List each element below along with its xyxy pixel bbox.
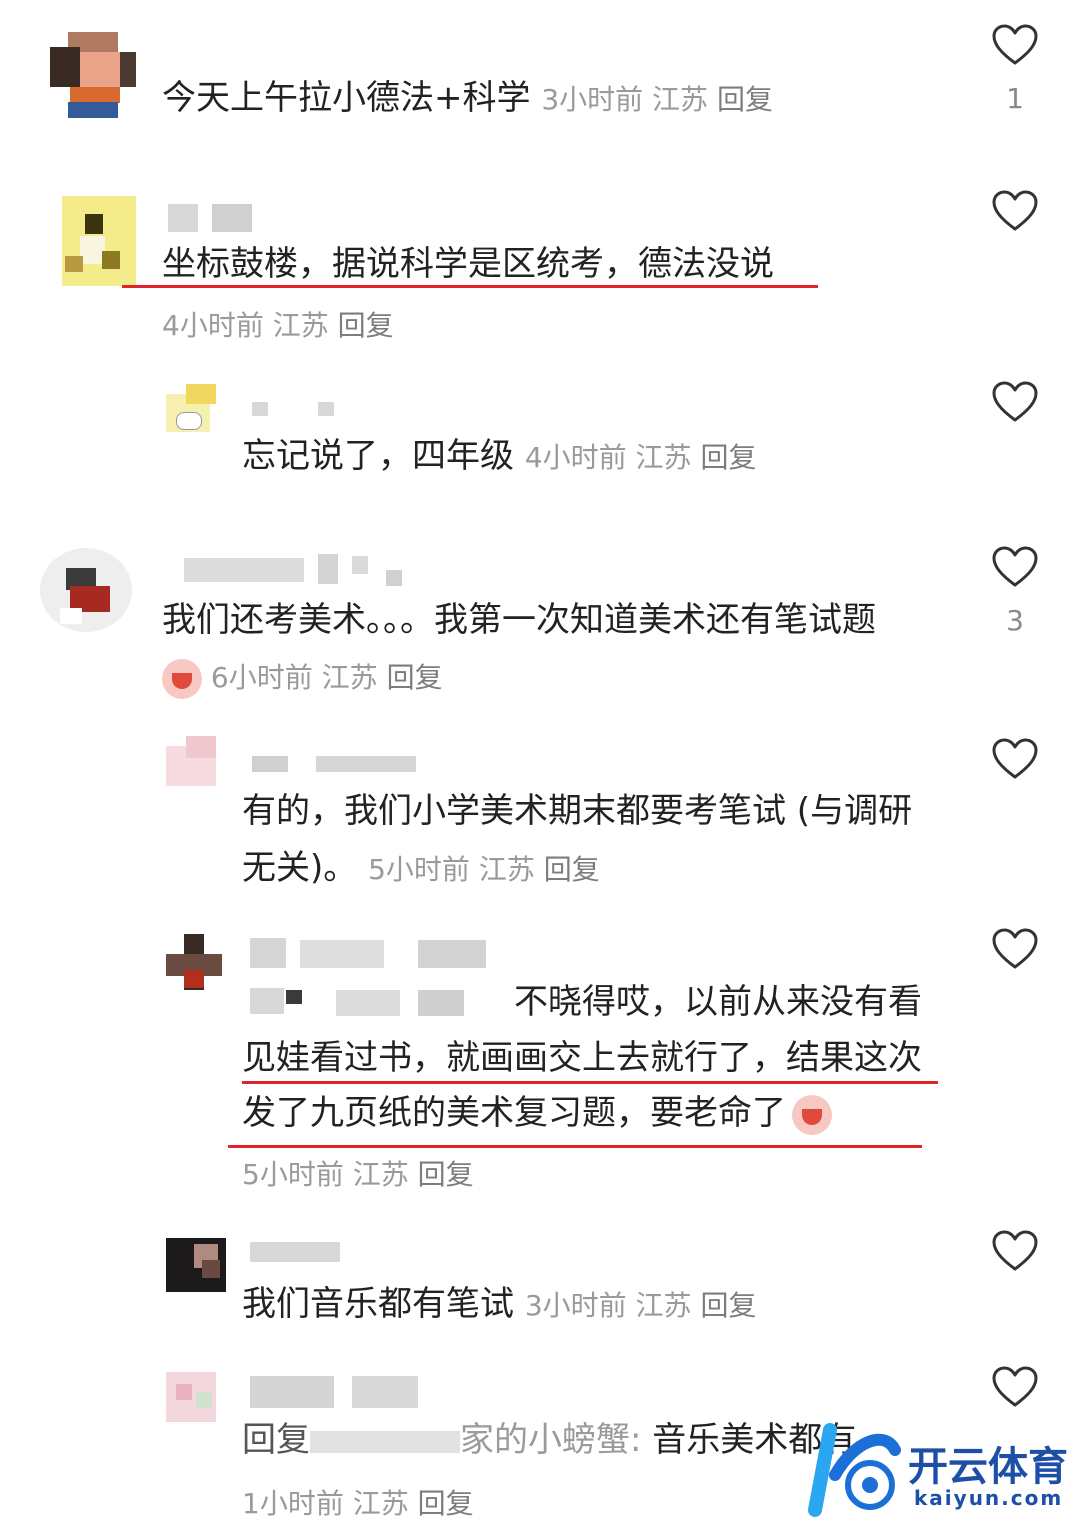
comment-meta: 5小时前 江苏 回复 (242, 1158, 474, 1191)
heart-outline-icon[interactable] (992, 190, 1038, 232)
username-redacted (300, 940, 384, 968)
heart-outline-icon[interactable] (992, 24, 1038, 66)
crying-emoji-icon (162, 659, 202, 699)
like-count: 1 (1006, 82, 1024, 115)
username-redacted (418, 990, 464, 1016)
avatar[interactable] (40, 196, 136, 286)
reply-button[interactable]: 回复 (544, 853, 600, 886)
username-redacted (352, 1376, 418, 1408)
avatar[interactable] (40, 548, 132, 632)
comment-text: 回复 家的小螃蟹: 音乐美术都有 (242, 1420, 857, 1460)
username-redacted (386, 570, 402, 586)
username-redacted (250, 988, 284, 1014)
comment-text: 忘记说了，四年级 4小时前 江苏 回复 (242, 436, 757, 476)
comment-text: 我们还考美术。。。我第一次知道美术还有笔试题 (162, 600, 876, 640)
comment-meta: 6小时前 江苏 回复 (162, 656, 443, 699)
username-redacted (168, 204, 198, 232)
crying-emoji-icon (792, 1094, 832, 1135)
comment-text: 坐标鼓楼，据说科学是区统考，德法没说 (162, 244, 774, 284)
username-redacted (318, 554, 338, 584)
reply-button[interactable]: 回复 (418, 1487, 474, 1520)
username-redacted (418, 940, 486, 968)
comment-text: 发了九页纸的美术复习题，要老命了 (242, 1085, 832, 1141)
username-redacted (250, 1242, 340, 1262)
username-redacted (316, 756, 416, 772)
heart-outline-icon[interactable] (992, 1366, 1038, 1408)
heart-outline-icon[interactable] (992, 928, 1038, 970)
comment-text: 见娃看过书，就画画交上去就行了，结果这次 (242, 1038, 922, 1078)
username-redacted (212, 204, 252, 232)
highlight-underline (122, 285, 818, 288)
comment-text: 无关)。 5小时前 江苏 回复 (242, 848, 600, 888)
highlight-underline (228, 1145, 922, 1148)
avatar[interactable] (166, 1372, 236, 1422)
comment-text: 有的，我们小学美术期末都要考笔试 (与调研 (242, 791, 913, 831)
username-redacted (252, 756, 288, 772)
comment-text: 不晓得哎，以前从来没有看 (514, 982, 922, 1022)
heart-outline-icon[interactable] (992, 381, 1038, 423)
username-redacted (286, 990, 302, 1004)
heart-outline-icon[interactable] (992, 738, 1038, 780)
watermark: 开云体育 kaiyun.com (800, 1420, 1070, 1520)
username-redacted (250, 1376, 334, 1408)
heart-outline-icon[interactable] (992, 1230, 1038, 1272)
username-redacted (352, 556, 368, 574)
username-redacted (252, 402, 268, 416)
avatar[interactable] (166, 384, 236, 436)
reply-button[interactable]: 回复 (338, 309, 394, 342)
comment-text: 今天上午拉小德法+科学 3小时前 江苏 回复 (162, 78, 773, 118)
watermark-title: 开云体育 (908, 1444, 1068, 1490)
username-redacted (318, 402, 334, 416)
username-redacted (250, 938, 286, 968)
kaiyun-logo-icon (808, 1423, 901, 1517)
avatar[interactable] (50, 32, 136, 118)
reply-button[interactable]: 回复 (717, 83, 773, 116)
highlight-underline (242, 1081, 938, 1084)
watermark-url: kaiyun.com (914, 1486, 1064, 1510)
reply-button[interactable]: 回复 (700, 1289, 756, 1322)
comment-text: 我们音乐都有笔试 3小时前 江苏 回复 (242, 1284, 757, 1324)
reply-button[interactable]: 回复 (387, 661, 443, 694)
comment-meta: 3小时前 江苏 回复 (524, 1289, 757, 1322)
reply-button[interactable]: 回复 (700, 441, 756, 474)
avatar[interactable] (166, 934, 222, 990)
comment-meta: 3小时前 江苏 回复 (541, 83, 773, 116)
avatar[interactable] (166, 1238, 226, 1292)
comment-meta: 5小时前 江苏 回复 (368, 853, 600, 886)
avatar[interactable] (166, 736, 236, 792)
like-count: 3 (1006, 604, 1024, 637)
reply-button[interactable]: 回复 (418, 1158, 474, 1191)
comment-meta: 1小时前 江苏 回复 (242, 1487, 474, 1520)
comment-meta: 4小时前 江苏 回复 (162, 309, 394, 342)
username-redacted (184, 558, 304, 582)
username-redacted (310, 1430, 460, 1453)
username-redacted (336, 990, 400, 1016)
heart-outline-icon[interactable] (992, 546, 1038, 588)
comment-meta: 4小时前 江苏 回复 (524, 441, 757, 474)
